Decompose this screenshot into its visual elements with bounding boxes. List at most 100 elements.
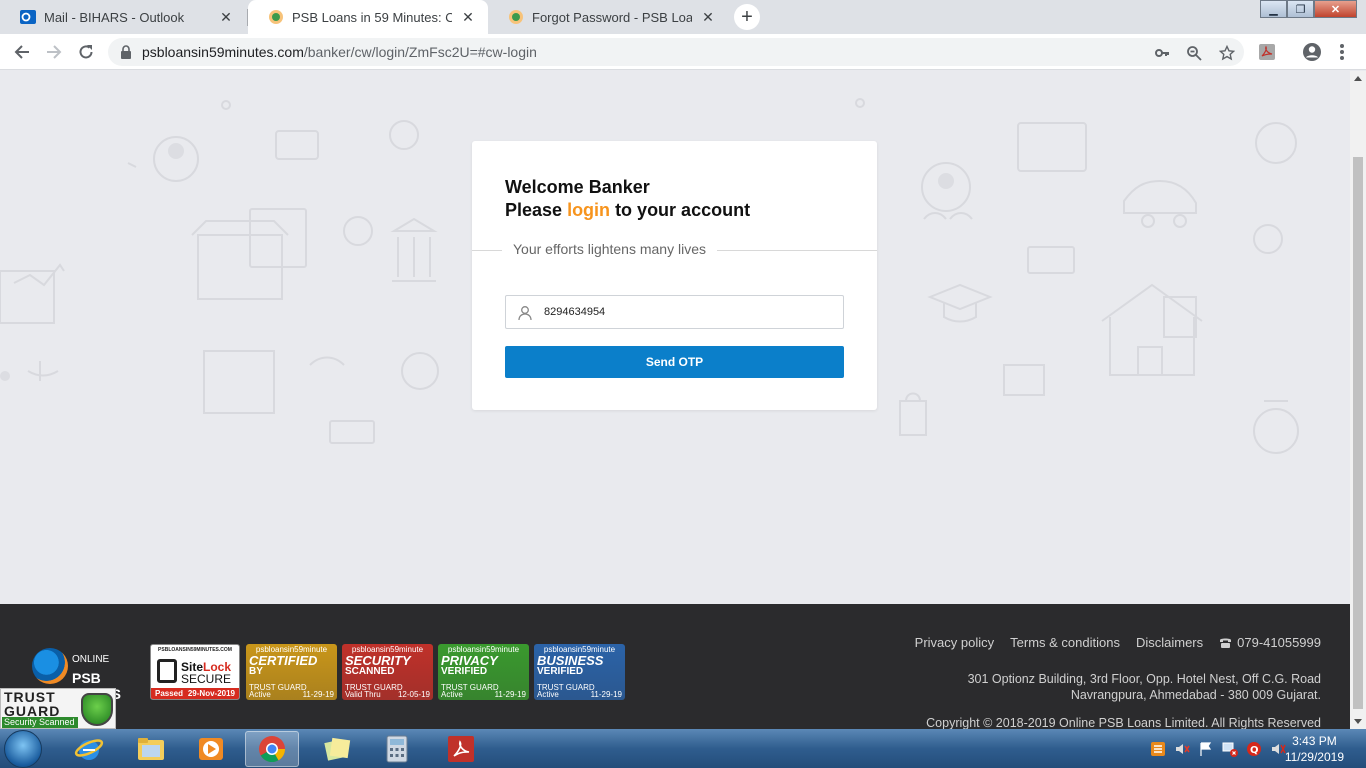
privacy-verified-seal[interactable]: psbloansin59minute PRIVACY VERIFIED TRUS… — [438, 644, 529, 700]
phone-number: 079-41055999 — [1237, 635, 1321, 650]
scrollbar-thumb[interactable] — [1353, 157, 1363, 709]
sitelock-seal[interactable]: PSBLOANSIN59MINUTES.COM SiteLock SECURE … — [150, 644, 240, 700]
seal-date: 11-29-19 — [494, 690, 526, 699]
volume-muted-icon[interactable] — [1174, 741, 1190, 757]
seal-date: 11-29-19 — [590, 690, 622, 699]
trustguard-line2: GUARD — [4, 703, 61, 719]
outlook-icon — [20, 9, 36, 25]
tab-close-icon[interactable]: ✕ — [458, 7, 478, 27]
footer-links: Privacy policy Terms & conditions Discla… — [915, 635, 1321, 650]
tab-close-icon[interactable]: ✕ — [216, 7, 236, 27]
window-controls: ▁ ❐ ✕ — [1260, 0, 1357, 18]
tab-title: PSB Loans in 59 Minutes: Online — [292, 9, 452, 25]
disclaimers-link[interactable]: Disclaimers — [1136, 635, 1203, 650]
copyright-text: Copyright © 2018-2019 Online PSB Loans L… — [926, 716, 1321, 729]
scroll-up-arrow-icon[interactable] — [1354, 76, 1362, 81]
tab-title: Forgot Password - PSB Loans in 5 — [532, 9, 692, 25]
zoom-icon[interactable] — [1185, 44, 1203, 62]
windows-taskbar: Q 3:43 PM 11/29/2019 — [0, 729, 1366, 768]
tab-psb-loans[interactable]: PSB Loans in 59 Minutes: Online ✕ — [248, 0, 488, 34]
seal-status: Active — [249, 690, 271, 699]
file-explorer-icon[interactable] — [124, 731, 178, 767]
page-scrollbar[interactable] — [1350, 71, 1366, 729]
business-verified-seal[interactable]: psbloansin59minute BUSINESS VERIFIED TRU… — [534, 644, 625, 700]
seal-date: 12-05-19 — [397, 690, 430, 699]
svg-text:Q: Q — [1250, 745, 1259, 756]
mobile-input[interactable] — [544, 303, 834, 321]
seal-status: Active — [441, 690, 463, 699]
quick-heal-icon[interactable]: Q — [1246, 741, 1262, 757]
speaker-icon[interactable] — [1270, 741, 1286, 757]
minimize-button[interactable]: ▁ — [1260, 0, 1287, 18]
seal-subtitle: SCANNED — [345, 666, 395, 677]
send-otp-button[interactable]: Send OTP — [505, 346, 844, 378]
calculator-icon[interactable] — [370, 731, 424, 767]
certified-seal[interactable]: psbloansin59minute CERTIFIED BY TRUST GU… — [246, 644, 337, 700]
seal-subtitle: VERIFIED — [441, 666, 488, 677]
privacy-policy-link[interactable]: Privacy policy — [915, 635, 994, 650]
trustguard-line3: Security Scanned — [2, 717, 78, 728]
reload-icon[interactable] — [74, 40, 98, 64]
acrobat-extension-icon[interactable] — [1255, 40, 1279, 64]
seal-subtitle: BY — [249, 666, 263, 677]
maximize-button[interactable]: ❐ — [1287, 0, 1314, 18]
seal-date: 11-29-19 — [302, 690, 334, 699]
tab-outlook[interactable]: Mail - BIHARS - Outlook ✕ — [0, 0, 246, 34]
seal-status: Valid Thru — [345, 690, 381, 699]
sitelock-passed: Passed — [155, 689, 184, 698]
shield-icon — [81, 693, 113, 726]
menu-kebab-icon[interactable] — [1330, 40, 1354, 64]
address-line1: 301 Optionz Building, 3rd Floor, Opp. Ho… — [967, 672, 1321, 686]
address-bar[interactable]: psbloansin59minutes.com/banker/cw/login/… — [108, 38, 1244, 66]
terms-link[interactable]: Terms & conditions — [1010, 635, 1120, 650]
logo-online-text: ONLINE — [72, 654, 110, 665]
chrome-icon[interactable] — [245, 731, 299, 767]
trustguard-badge[interactable]: TRUST GUARD Security Scanned — [0, 688, 116, 729]
clock-date: 11/29/2019 — [1284, 750, 1344, 764]
acrobat-reader-icon[interactable] — [434, 731, 488, 767]
login-accent-word: login — [567, 200, 611, 220]
logo-mark-icon — [32, 648, 68, 684]
action-center-flag-icon[interactable] — [1198, 741, 1214, 757]
footer-address: 301 Optionz Building, 3rd Floor, Opp. Ho… — [968, 671, 1321, 703]
bookmark-star-icon[interactable] — [1218, 44, 1236, 62]
window-close-button[interactable]: ✕ — [1314, 0, 1357, 18]
forward-arrow-icon[interactable] — [42, 40, 66, 64]
tab-forgot-password[interactable]: Forgot Password - PSB Loans in 5 ✕ — [488, 0, 728, 34]
login-card: Welcome Banker Please login to your acco… — [472, 141, 877, 410]
url-text: psbloansin59minutes.com/banker/cw/login/… — [142, 44, 537, 60]
welcome-heading: Welcome Banker — [505, 177, 650, 197]
sitelock-lock-icon — [157, 659, 177, 683]
taskbar-clock[interactable]: 3:43 PM 11/29/2019 — [1285, 733, 1344, 765]
phone-icon — [1220, 638, 1232, 648]
network-error-icon[interactable] — [1222, 741, 1238, 757]
security-scanned-seal[interactable]: psbloansin59minute SECURITY SCANNED TRUS… — [342, 644, 433, 700]
internet-explorer-icon[interactable] — [62, 731, 116, 767]
tray-app-icon[interactable] — [1150, 741, 1166, 757]
tab-close-icon[interactable]: ✕ — [698, 7, 718, 27]
start-button[interactable] — [4, 730, 42, 768]
phone-contact[interactable]: 079-41055999 — [1219, 635, 1321, 650]
browser-toolbar: psbloansin59minutes.com/banker/cw/login/… — [0, 34, 1366, 70]
sitelock-status-bar: Passed 29-Nov-2019 — [151, 688, 239, 699]
scroll-down-arrow-icon[interactable] — [1354, 719, 1362, 724]
site-footer: ONLINE PSB LOANS TRUST GUARD Security Sc… — [0, 604, 1350, 729]
sitelock-secure: SECURE — [181, 672, 232, 686]
user-icon — [517, 305, 533, 321]
page-content: Welcome Banker Please login to your acco… — [0, 71, 1350, 604]
url-host: psbloansin59minutes.com — [142, 44, 304, 60]
sticky-notes-icon[interactable] — [310, 731, 364, 767]
lock-icon — [120, 45, 134, 59]
psb-favicon-icon — [508, 9, 524, 25]
mobile-field[interactable] — [505, 295, 844, 329]
profile-avatar-icon[interactable] — [1300, 40, 1324, 64]
url-path: /banker/cw/login/ZmFsc2U=#cw-login — [303, 44, 537, 60]
sitelock-domain: PSBLOANSIN59MINUTES.COM — [158, 647, 232, 653]
media-player-icon[interactable] — [184, 731, 238, 767]
tab-title: Mail - BIHARS - Outlook — [44, 9, 185, 25]
back-arrow-icon[interactable] — [10, 40, 34, 64]
new-tab-button[interactable]: + — [734, 4, 760, 30]
seal-subtitle: VERIFIED — [537, 666, 584, 677]
psb-loans-logo: ONLINE PSB LOANS — [28, 642, 148, 702]
key-icon[interactable] — [1153, 44, 1171, 62]
